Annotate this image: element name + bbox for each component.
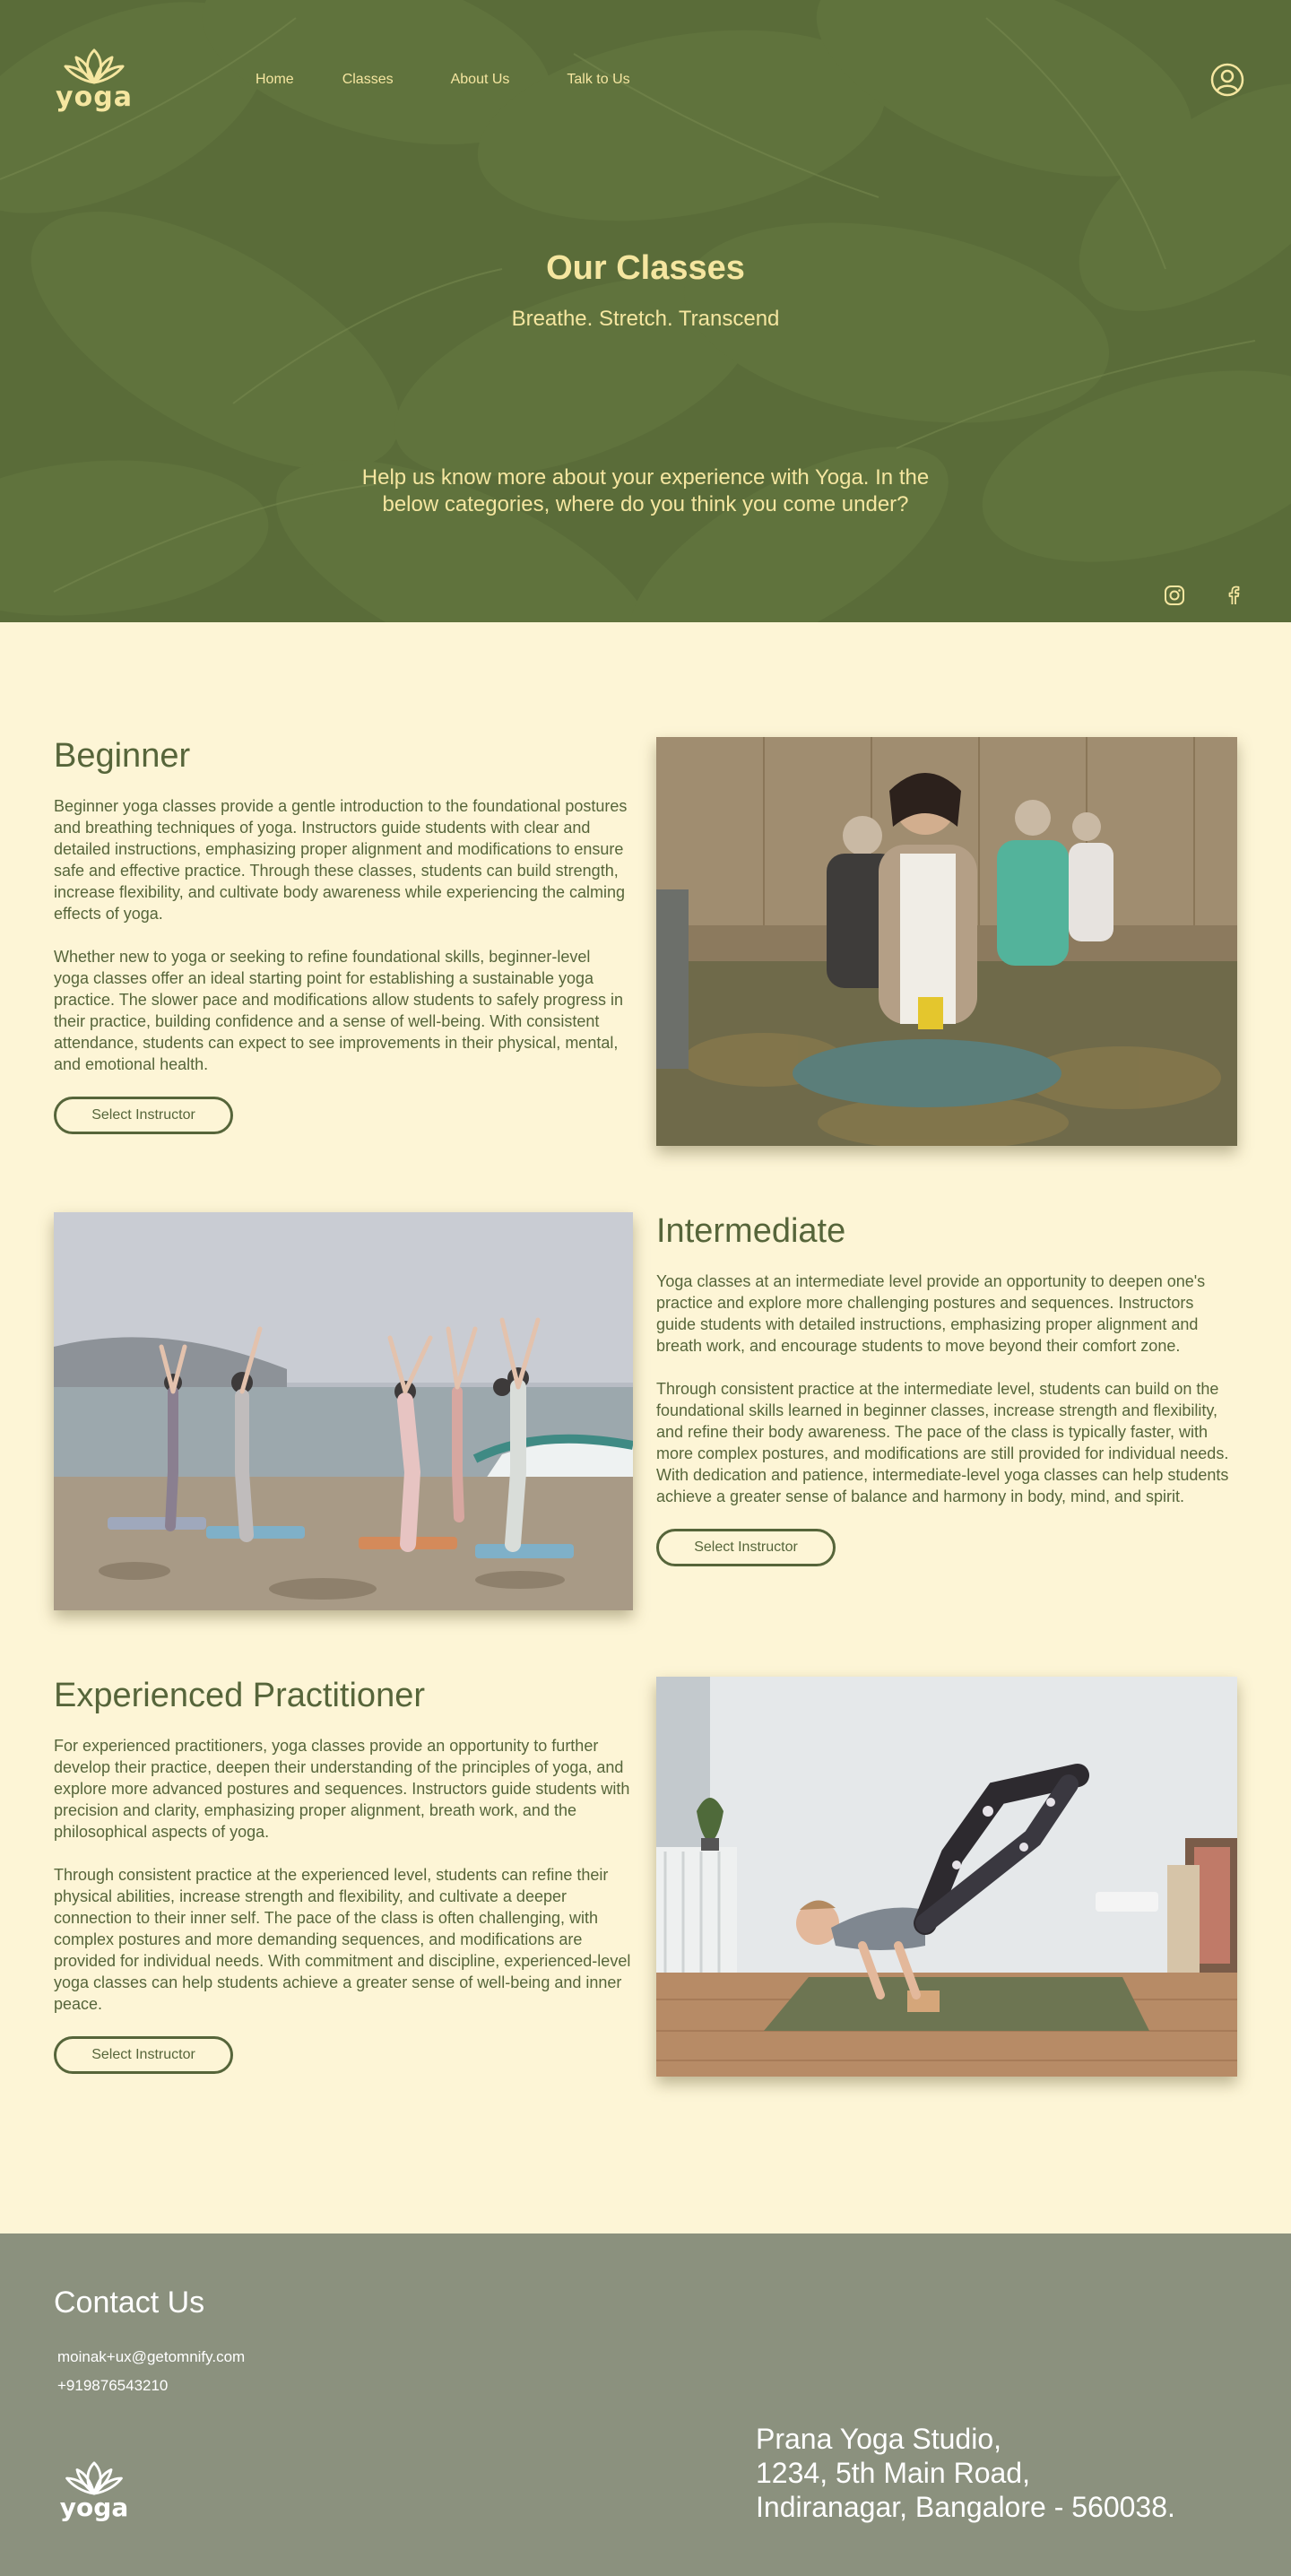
class-description: Yoga classes at an intermediate level pr… <box>656 1272 1206 1355</box>
address-line: Prana Yoga Studio, <box>756 2423 1002 2455</box>
hero-section: yoga Home Classes About Us Talk to Us Ou… <box>0 0 1291 622</box>
main-nav: Home Classes About Us Talk to Us <box>256 72 630 88</box>
address-line: Indiranagar, Bangalore - 560038. <box>756 2491 1175 2523</box>
nav-about-us[interactable]: About Us <box>451 72 510 88</box>
class-title: Experienced Practitioner <box>54 1677 425 1714</box>
lotus-icon <box>64 48 125 84</box>
class-description: For experienced practitioners, yoga clas… <box>54 1737 630 1841</box>
contact-email[interactable]: moinak+ux@getomnify.com <box>57 2348 245 2366</box>
address-line: 1234, 5th Main Road, <box>756 2457 1030 2489</box>
class-intermediate: Intermediate Yoga classes at an intermed… <box>656 1212 1237 1566</box>
intermediate-class-photo <box>54 1212 633 1610</box>
studio-address: Prana Yoga Studio, 1234, 5th Main Road, … <box>756 2422 1175 2524</box>
beginner-class-photo <box>656 737 1237 1146</box>
page-subtitle: Breathe. Stretch. Transcend <box>511 307 780 331</box>
page-title: Our Classes <box>546 249 745 287</box>
select-instructor-button[interactable]: Select Instructor <box>54 2036 233 2074</box>
nav-talk-to-us[interactable]: Talk to Us <box>567 72 629 88</box>
experience-question: Help us know more about your experience … <box>361 465 930 516</box>
social-links <box>1164 585 1244 606</box>
logo-text: yoga <box>56 82 133 113</box>
contact-phone[interactable]: +919876543210 <box>57 2377 168 2395</box>
account-icon[interactable] <box>1210 63 1244 97</box>
class-description: Through consistent practice at the exper… <box>54 1866 631 2013</box>
classes-section: Beginner Beginner yoga classes provide a… <box>0 622 1291 2233</box>
nav-classes[interactable]: Classes <box>342 72 394 88</box>
logo-text: yoga <box>59 2493 129 2522</box>
instagram-icon[interactable] <box>1164 585 1185 606</box>
class-title: Beginner <box>54 737 191 775</box>
class-description: Beginner yoga classes provide a gentle i… <box>54 797 628 923</box>
class-experienced-practitioner: Experienced Practitioner For experienced… <box>54 1677 637 2074</box>
nav-home[interactable]: Home <box>256 72 294 88</box>
experienced-class-photo <box>656 1677 1237 2077</box>
contact-heading: Contact Us <box>54 2285 205 2320</box>
class-description: Through consistent practice at the inter… <box>656 1380 1229 1505</box>
lotus-icon <box>65 2461 123 2495</box>
brand-logo[interactable]: yoga <box>54 47 134 118</box>
contact-footer: Contact Us moinak+ux@getomnify.com +9198… <box>0 2233 1291 2576</box>
footer-logo[interactable]: yoga <box>56 2459 133 2531</box>
select-instructor-button[interactable]: Select Instructor <box>54 1097 233 1134</box>
select-instructor-button[interactable]: Select Instructor <box>656 1529 836 1566</box>
class-beginner: Beginner Beginner yoga classes provide a… <box>54 737 628 1134</box>
class-title: Intermediate <box>656 1212 846 1250</box>
hero-content: yoga Home Classes About Us Talk to Us Ou… <box>0 0 1291 622</box>
class-description: Whether new to yoga or seeking to refine… <box>54 948 623 1073</box>
facebook-icon[interactable] <box>1223 585 1244 606</box>
